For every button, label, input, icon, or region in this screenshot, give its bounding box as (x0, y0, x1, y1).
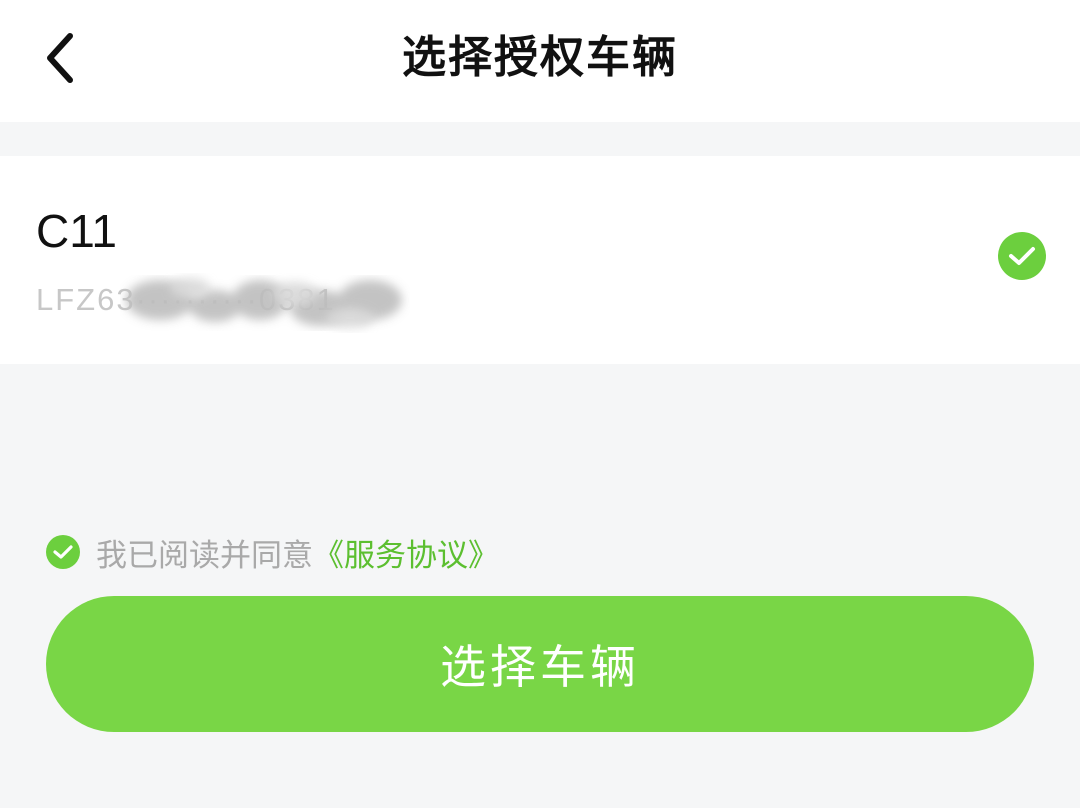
vehicle-vin: LFZ63··········0381 (36, 282, 336, 317)
agreement-row: 我已阅读并同意 《服务协议》 (46, 530, 499, 574)
check-circle-icon (1009, 247, 1035, 265)
vehicle-selected-check[interactable] (998, 232, 1046, 280)
agreement-checkbox[interactable] (46, 535, 80, 569)
vehicle-name: C11 (36, 205, 117, 257)
service-agreement-link[interactable]: 《服务协议》 (313, 530, 499, 575)
header: 选择授权车辆 (0, 0, 1080, 122)
vehicle-list-item[interactable]: C11 LFZ63··········0381 (0, 156, 1080, 364)
select-vehicle-button[interactable]: 选择车辆 (46, 596, 1034, 732)
page-title: 选择授权车辆 (402, 32, 678, 83)
agreement-text: 我已阅读并同意 (96, 537, 313, 574)
check-circle-icon (53, 545, 73, 559)
